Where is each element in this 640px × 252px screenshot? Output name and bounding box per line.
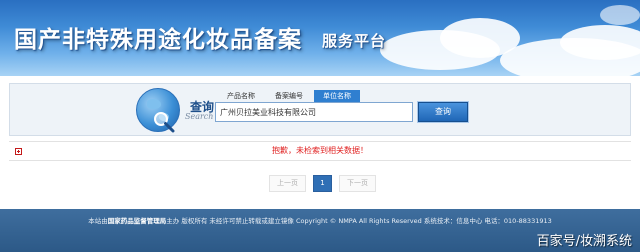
next-page-button[interactable]: 下一页 [339, 175, 376, 192]
search-input[interactable] [215, 102, 413, 122]
cloud-decoration [600, 5, 640, 25]
banner-divider [0, 76, 640, 80]
no-results-message: 抱歉，未检索到相关数据！ [272, 146, 368, 155]
query-subtitle: Search [185, 112, 214, 121]
site-subtitle: 服务平台 [322, 32, 387, 50]
prev-page-button[interactable]: 上一页 [269, 175, 306, 192]
site-title: 国产非特殊用途化妆品备案 [14, 26, 302, 53]
tab-product-name[interactable]: 产品名称 [218, 90, 264, 102]
tab-record-number[interactable]: 备案编号 [266, 90, 312, 102]
search-button[interactable]: 查询 [418, 102, 468, 122]
footer-copyright: 本站由国家药品监督管理局主办 版权所有 未经许可禁止转载或建立镜像 Copyri… [0, 215, 640, 225]
footer-prefix: 本站由 [88, 217, 108, 225]
current-page-button[interactable]: 1 [313, 175, 332, 192]
magnifier-icon [154, 112, 175, 133]
tab-company-name[interactable]: 单位名称 [314, 90, 360, 102]
footer-org-link[interactable]: 国家药品监督管理局 [108, 217, 167, 225]
footer-suffix: 主办 版权所有 未经许可禁止转载或建立镜像 Copyright © NMPA A… [166, 217, 552, 225]
cloud-decoration [560, 25, 640, 60]
watermark: 百家号/妆溯系统 [536, 234, 632, 249]
